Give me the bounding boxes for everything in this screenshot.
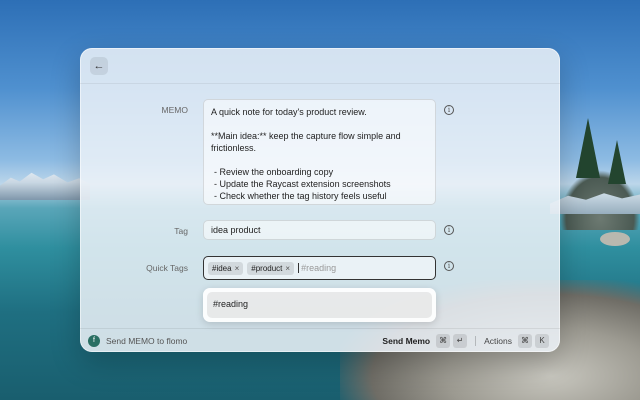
memo-line: A quick note for today's product review. — [211, 107, 367, 117]
bg-tree — [576, 118, 600, 178]
suggestion-item[interactable]: #reading — [207, 292, 432, 318]
command-key: ⌘ — [518, 333, 532, 348]
memo-bullet: - Review the onboarding copy — [214, 167, 334, 177]
action-bar: f Send MEMO to flomo Send Memo ⌘ ↵ Actio… — [80, 328, 560, 352]
tag-chip[interactable]: #product × — [247, 261, 295, 275]
return-key: ↵ — [453, 333, 468, 348]
tag-label: Tag — [174, 226, 188, 236]
k-key: K — [535, 333, 549, 348]
tag-chip-label: #idea — [212, 263, 232, 273]
actions-button[interactable]: Actions — [484, 336, 512, 346]
bg-tree — [608, 140, 626, 184]
back-button[interactable]: ← — [90, 57, 108, 75]
arrow-left-icon: ← — [93, 60, 105, 72]
bg-rock — [600, 232, 630, 246]
send-memo-button[interactable]: Send Memo — [382, 336, 430, 346]
tag-input[interactable]: idea product — [203, 220, 436, 240]
quick-tags-info-icon[interactable]: i — [444, 261, 454, 271]
memo-line: **Main idea:** keep the capture flow sim… — [211, 131, 404, 153]
tag-suggestions-dropdown: #reading — [203, 288, 436, 322]
quick-tags-input[interactable]: #reading — [298, 263, 336, 273]
memo-info-icon[interactable]: i — [444, 105, 454, 115]
memo-textarea[interactable]: A quick note for today's product review.… — [203, 99, 436, 205]
memo-bullet: - Check whether the tag history feels us… — [214, 191, 387, 201]
quick-tags-label: Quick Tags — [146, 263, 188, 273]
memo-label: MEMO — [161, 105, 188, 115]
memo-bullet: - Update the Raycast extension screensho… — [214, 179, 391, 189]
tag-chip[interactable]: #idea × — [208, 261, 244, 275]
topbar: ← — [80, 48, 560, 84]
command-key: ⌘ — [436, 333, 451, 348]
flomo-icon: f — [88, 334, 100, 347]
remove-chip-icon[interactable]: × — [285, 264, 290, 273]
extension-window: ← MEMO A quick note for today's product … — [80, 48, 560, 352]
remove-chip-icon[interactable]: × — [235, 264, 240, 273]
quick-tags-field[interactable]: #idea × #product × #reading — [203, 256, 436, 280]
tag-chip-label: #product — [251, 263, 283, 273]
bg-mountains-left — [0, 172, 90, 200]
tag-info-icon[interactable]: i — [444, 225, 454, 235]
extension-title: Send MEMO to flomo — [106, 335, 188, 346]
divider — [475, 335, 477, 346]
